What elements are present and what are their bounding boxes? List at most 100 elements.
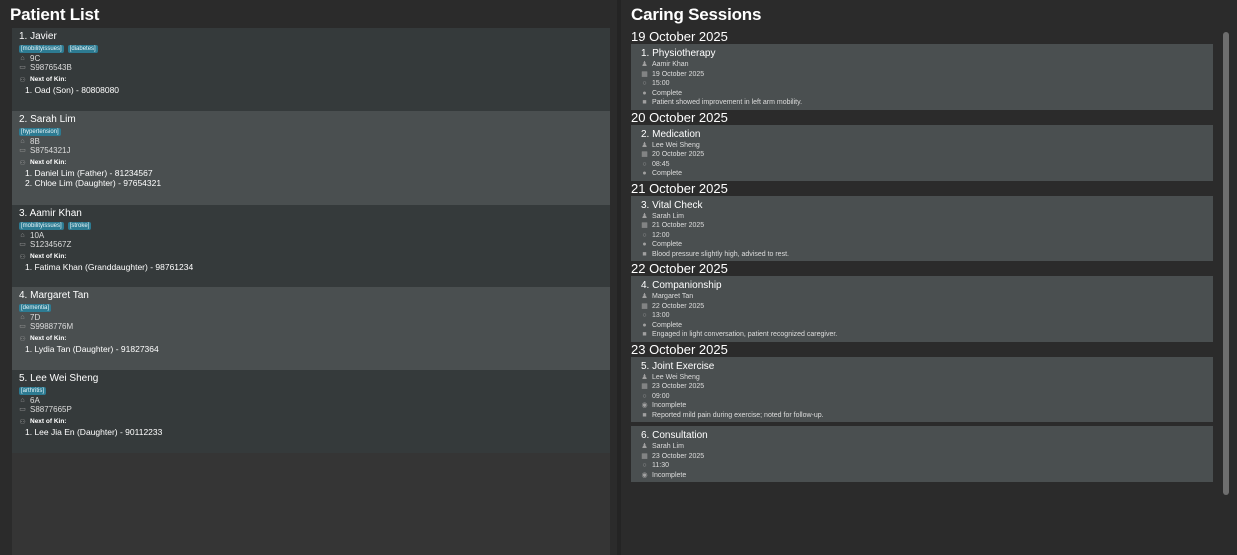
clock-icon: ○	[642, 80, 647, 88]
session-time: ○ 15:00	[641, 79, 1213, 89]
session-caregiver: ♟ Sarah Lim	[641, 212, 1213, 222]
session-note: ■ Blood pressure slightly high, advised t…	[641, 250, 1213, 260]
patient-name: 5. Lee Wei Sheng	[19, 373, 99, 384]
patient-list[interactable]: 1. Javier [mobilityissues] [diabetes] ⌂ 9C ▭ S…	[12, 28, 610, 555]
patient-card[interactable]: 5. Lee Wei Sheng [arthritis] ⌂ 6A ▭ S8877665P…	[12, 370, 610, 453]
id-card-icon: ▭	[19, 406, 26, 413]
patient-tags: [dementia]	[19, 303, 610, 313]
note-icon: ■	[642, 331, 647, 339]
next-of-kin-label: ⚇ Next of Kin:	[19, 252, 610, 262]
patient-room-text: 9C	[30, 54, 41, 63]
patient-card[interactable]: 2. Sarah Lim [hypertension] ⌂ 8B ▭ S8754321J ⚇…	[12, 111, 610, 205]
patient-nric: ▭ S8754321J	[19, 146, 610, 155]
note-icon: ■	[642, 250, 647, 258]
session-date-header: 20 October 2025	[629, 109, 1218, 125]
session-caregiver-text: Lee Wei Sheng	[652, 373, 700, 381]
patient-nric-text: S1234567Z	[30, 240, 72, 249]
session-note-text: Patient showed improvement in left arm m…	[652, 99, 803, 106]
id-card-icon: ▭	[19, 64, 26, 71]
session-time: ○ 11:30	[641, 461, 1213, 471]
note-icon: ■	[642, 99, 647, 107]
people-icon: ⚇	[19, 159, 26, 167]
session-status: ● Complete	[641, 89, 1213, 99]
session-date-header: 23 October 2025	[629, 341, 1218, 357]
building-icon: ⌂	[20, 232, 25, 239]
session-time-text: 08:45	[652, 160, 670, 168]
session-card[interactable]: 6. Consultation ♟ Sarah Lim ▦ 23 October 202…	[631, 426, 1213, 482]
person-icon: ♟	[641, 443, 648, 451]
clock-icon: ○	[642, 160, 647, 168]
patient-nric: ▭ S8877665P	[19, 405, 610, 414]
patient-room-text: 6A	[30, 396, 40, 405]
session-time-text: 12:00	[652, 231, 670, 239]
session-title: 2. Medication	[641, 128, 701, 140]
next-of-kin-label-text: Next of Kin:	[30, 418, 67, 425]
person-icon: ♟	[641, 293, 648, 301]
caring-sessions-list[interactable]: 19 October 2025 1. Physiotherapy ♟ Aamir Kh…	[629, 29, 1218, 555]
session-time: ○ 13:00	[641, 311, 1213, 321]
calendar-icon: ▦	[641, 302, 648, 310]
session-title: 1. Physiotherapy	[641, 48, 716, 59]
session-status-text: Complete	[652, 241, 682, 248]
calendar-icon: ▦	[641, 151, 648, 159]
session-status-text: Complete	[652, 89, 682, 97]
patient-list-panel: Patient List 1. Javier [mobilityissues] [d…	[0, 0, 617, 555]
session-time: ○ 08:45	[641, 160, 1213, 170]
session-caregiver: ♟ Margaret Tan	[641, 292, 1213, 302]
session-card[interactable]: 1. Physiotherapy ♟ Aamir Khan ▦ 19 October 2…	[631, 44, 1213, 110]
clock-icon: ○	[642, 392, 647, 400]
next-of-kin-label: ⚇ Next of Kin:	[19, 334, 610, 344]
next-of-kin-item: 1. Lydia Tan (Daughter) - 91827364	[25, 344, 159, 354]
patient-room-text: 7D	[30, 313, 41, 322]
person-icon: ♟	[641, 212, 648, 220]
patient-tags: [hypertension]	[19, 127, 610, 137]
patient-tags: [mobilityissues] [stroke]	[19, 221, 610, 231]
patient-tag: [mobilityissues]	[19, 222, 64, 230]
patient-tag: [arthritis]	[19, 387, 47, 395]
clock-icon: ○	[642, 312, 647, 320]
note-icon: ■	[642, 411, 647, 419]
session-title: 4. Companionship	[641, 280, 722, 291]
id-card-icon: ▭	[19, 147, 26, 154]
session-status: ● Complete	[641, 240, 1213, 250]
session-card[interactable]: 2. Medication ♟ Lee Wei Sheng ▦ 20 October 2…	[631, 124, 1213, 181]
session-date-text: 22 October 2025	[652, 302, 705, 310]
next-of-kin-label-text: Next of Kin:	[30, 253, 67, 260]
patient-room: ⌂ 6A	[19, 396, 610, 405]
patient-tag: [hypertension]	[19, 128, 61, 136]
session-note-text: Reported mild pain during exercise; note…	[652, 411, 824, 419]
patient-room: ⌂ 7D	[19, 313, 610, 322]
people-icon: ⚇	[19, 335, 26, 343]
status-icon: ◉	[641, 471, 648, 479]
people-icon: ⚇	[19, 76, 26, 84]
person-icon: ♟	[641, 141, 648, 149]
session-card[interactable]: 3. Vital Check ♟ Sarah Lim ▦ 21 October 2025…	[631, 195, 1213, 261]
session-date: ▦ 20 October 2025	[641, 150, 1213, 160]
session-date-text: 20 October 2025	[652, 151, 705, 158]
patient-card[interactable]: 3. Aamir Khan [mobilityissues] [stroke] ⌂ 10…	[12, 205, 610, 287]
status-icon: ●	[642, 241, 647, 249]
session-caregiver-text: Aamir Khan	[652, 61, 689, 68]
patient-tag: [diabetes]	[67, 45, 98, 53]
building-icon: ⌂	[20, 138, 25, 145]
session-date-text: 21 October 2025	[652, 222, 705, 229]
patient-name: 4. Margaret Tan	[19, 290, 89, 301]
status-icon: ●	[642, 89, 647, 97]
session-date-text: 23 October 2025	[652, 383, 705, 390]
patient-nric: ▭ S9876543B	[19, 63, 610, 72]
calendar-icon: ▦	[641, 383, 648, 391]
session-note: ■ Engaged in light conversation, patient …	[641, 330, 1213, 340]
patient-room-text: 8B	[30, 137, 40, 146]
patient-card[interactable]: 4. Margaret Tan [dementia] ⌂ 7D ▭ S9988776M ⚇ N…	[12, 287, 610, 370]
session-card[interactable]: 5. Joint Exercise ♟ Lee Wei Sheng ▦ 23 Octob…	[631, 356, 1213, 422]
sessions-scrollbar[interactable]	[1223, 32, 1229, 495]
status-icon: ●	[642, 170, 647, 178]
patient-nric-text: S9988776M	[30, 322, 74, 331]
patient-tags: [mobilityissues] [diabetes]	[19, 44, 610, 54]
patient-card[interactable]: 1. Javier [mobilityissues] [diabetes] ⌂ 9C ▭ S…	[12, 28, 610, 111]
next-of-kin-item: 1. Lee Jia En (Daughter) - 90112233	[25, 427, 163, 437]
session-date-header: 19 October 2025	[629, 29, 1218, 44]
session-card[interactable]: 4. Companionship ♟ Margaret Tan ▦ 22 October…	[631, 276, 1213, 342]
session-note: ■ Patient showed improvement in left arm …	[641, 98, 1213, 108]
session-date-header: 22 October 2025	[629, 261, 1218, 276]
